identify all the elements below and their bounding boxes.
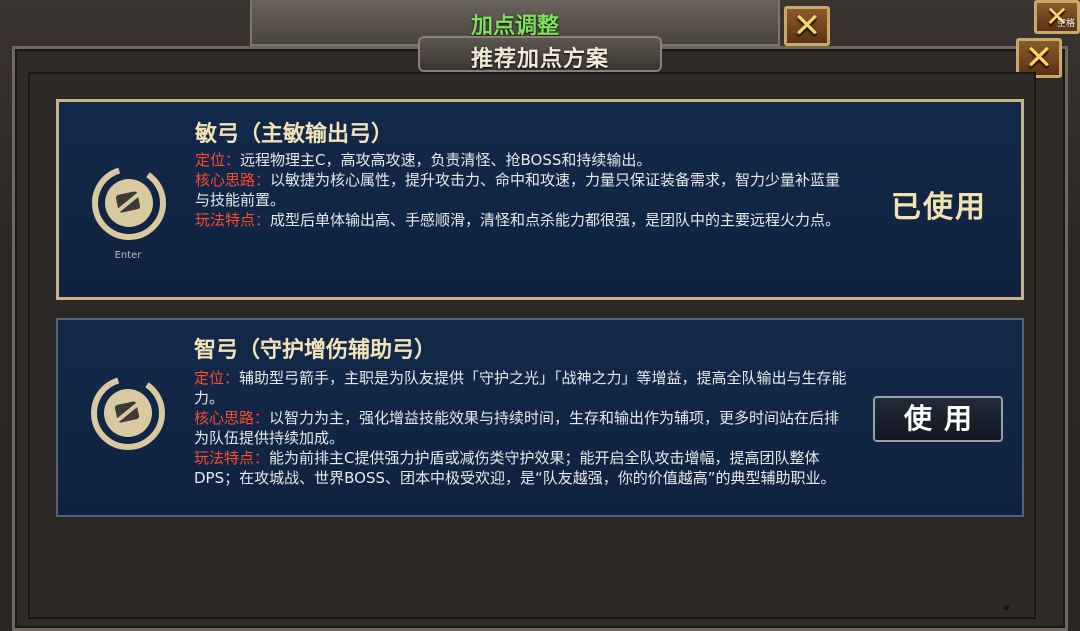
plan-title: 智弓（守护增伤辅助弓） [194,338,437,363]
plan-line-text: 辅助型弓箭手，主职是为队友提供「守护之光」「战神之力」等增益，提高全队输出与生存… [194,369,847,407]
plan-title: 敏弓（主敏输出弓） [195,122,394,147]
use-plan-button[interactable]: 使用 [873,396,1003,442]
plan-line-core: 核心思路：以敏捷为核心属性，提升攻击力、命中和攻速，力量只保证装备需求，智力少量… [195,170,855,210]
bow-emblem-icon [91,376,165,450]
plan-line-label: 定位： [195,151,241,169]
plan-line-label: 玩法特点： [195,211,271,229]
far-close-button[interactable]: ✕ 空格 [1034,0,1080,34]
plan-line-label: 定位： [194,369,240,387]
plan-line-text: 成型后单体输出高、手感顺滑，清怪和点杀能力都很强，是团队中的主要远程火力点。 [270,211,841,229]
plan-line-core: 核心思路：以智力为主，强化增益技能效果与持续时间，生存和输出作为辅项，更多时间站… [194,408,854,448]
plan-status-used: 已使用 [891,190,987,225]
scroll-indicator [1004,605,1009,610]
plan-line-feature: 玩法特点：成型后单体输出高、手感顺滑，清怪和点杀能力都很强，是团队中的主要远程火… [195,210,855,230]
bow-emblem-icon [92,166,166,240]
plan-line-text: 远程物理主C，高攻高攻速，负责清怪、抢BOSS和持续输出。 [240,151,652,169]
plan-line-label: 核心思路： [195,171,271,189]
plan-description: 定位：远程物理主C，高攻高攻速，负责清怪、抢BOSS和持续输出。 核心思路：以敏… [195,150,855,230]
plan-line-label: 玩法特点： [194,449,270,467]
emblem-hotkey-label: Enter [114,250,142,261]
background-close-button[interactable]: ✕ [784,6,830,46]
plan-line-label: 核心思路： [194,409,270,427]
plan-line-text: 以敏捷为核心属性，提升攻击力、命中和攻速，力量只保证装备需求，智力少量补蓝量与技… [195,171,841,209]
plan-card-intelligence-bow: 智弓（守护增伤辅助弓） 定位：辅助型弓箭手，主职是为队友提供「守护之光」「战神之… [56,318,1024,517]
close-icon: ✕ [1024,38,1054,78]
far-close-hotkey-label: 空格 [1056,19,1075,29]
dialog-title-plate: 推荐加点方案 [418,36,662,72]
plan-line-role: 定位：远程物理主C，高攻高攻速，负责清怪、抢BOSS和持续输出。 [195,150,855,170]
plan-line-text: 以智力为主，强化增益技能效果与持续时间，生存和输出作为辅项，更多时间站在后排为队… [194,409,840,447]
plan-line-feature: 玩法特点：能为前排主C提供强力护盾或减伤类守护效果；能开启全队攻击增幅，提高团队… [194,448,854,488]
dialog-title: 推荐加点方案 [470,47,609,72]
close-icon: ✕ [792,6,822,46]
plan-line-text: 能为前排主C提供强力护盾或减伤类守护效果；能开启全队攻击增幅，提高团队整体DPS… [194,449,836,487]
plan-line-role: 定位：辅助型弓箭手，主职是为队友提供「守护之光」「战神之力」等增益，提高全队输出… [194,368,854,408]
plan-card-agility-bow: Enter 敏弓（主敏输出弓） 定位：远程物理主C，高攻高攻速，负责清怪、抢BO… [56,99,1024,300]
plan-description: 定位：辅助型弓箭手，主职是为队友提供「守护之光」「战神之力」等增益，提高全队输出… [194,368,854,488]
